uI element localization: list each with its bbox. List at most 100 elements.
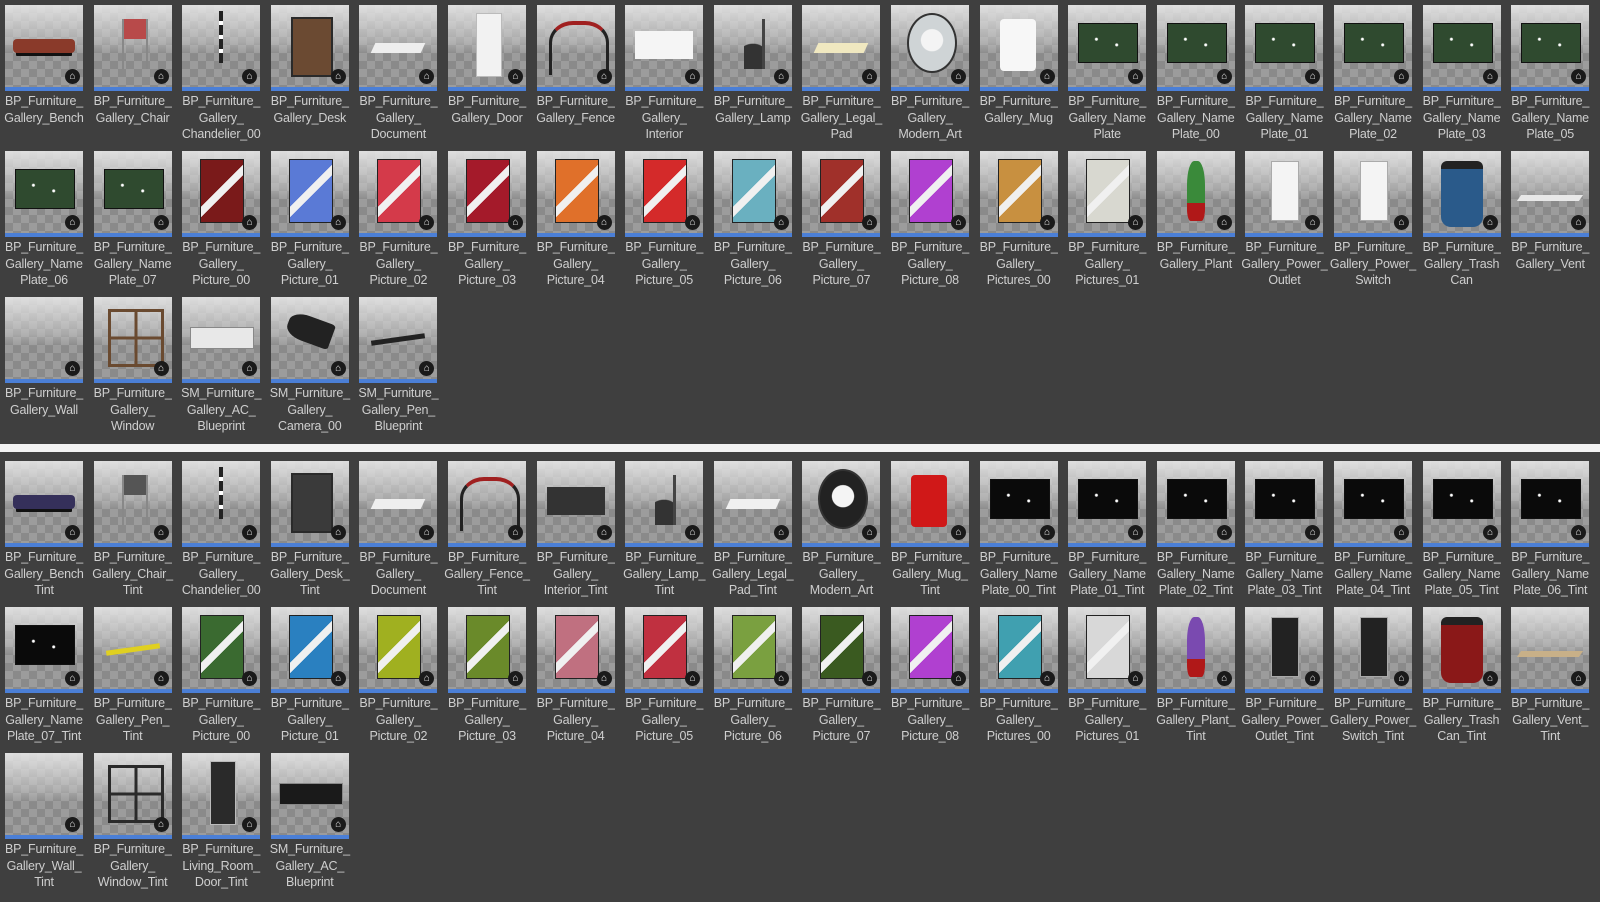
blueprint-badge-icon: ⌂ [508,525,523,540]
asset-tile[interactable]: ⌂ BP_Furniture_ Gallery_Desk [270,5,349,147]
asset-tile[interactable]: ⌂ BP_Furniture_ Gallery_Name Plate_06_Tin… [1511,461,1589,603]
asset-tile[interactable]: ⌂ BP_Furniture_ Gallery_Name Plate_03_Tin… [1245,461,1324,603]
asset-tile[interactable]: ⌂ BP_Furniture_ Gallery_ Picture_07 [802,607,881,749]
asset-tile[interactable]: ⌂ BP_Furniture_ Gallery_ Picture_01 [270,151,349,293]
asset-tile[interactable]: ⌂ BP_Furniture_ Gallery_Name Plate_07 [93,151,172,293]
asset-tile[interactable]: ⌂ BP_Furniture_ Gallery_Trash Can_Tint [1422,607,1501,749]
asset-tile[interactable]: ⌂ BP_Furniture_ Gallery_Bench Tint [4,461,84,603]
asset-label: BP_Furniture_ Gallery_Name Plate_03 [1422,94,1501,141]
asset-tile[interactable]: ⌂ BP_Furniture_ Gallery_Name Plate [1068,5,1146,147]
asset-tile[interactable]: ⌂ BP_Furniture_ Gallery_ Picture_04 [536,607,615,749]
blueprint-badge-icon: ⌂ [862,671,878,686]
asset-tile[interactable]: ⌂ BP_Furniture_ Gallery_Plant_ Tint [1156,607,1236,749]
asset-tile[interactable]: ⌂ BP_Furniture_ Gallery_Mug [979,5,1058,147]
asset-tile[interactable]: ⌂ BP_Furniture_ Gallery_Wall_ Tint [5,753,83,895]
asset-tile[interactable]: ⌂ BP_Furniture_ Gallery_ Picture_07 [802,151,881,293]
asset-type-bar [891,689,969,693]
asset-tile[interactable]: ⌂ BP_Furniture_ Gallery_Power_ Outlet [1241,151,1328,293]
asset-tile[interactable]: ⌂ BP_Furniture_ Gallery_ Window [93,297,172,439]
asset-tile[interactable]: ⌂ BP_Furniture_ Gallery_ Picture_05 [625,151,703,293]
asset-tile[interactable]: ⌂ BP_Furniture_ Gallery_Trash Can [1422,151,1501,293]
asset-tile[interactable]: ⌂ BP_Furniture_ Gallery_Name Plate_03 [1422,5,1501,147]
asset-type-bar [1422,233,1501,237]
asset-tile[interactable]: ⌂ BP_Furniture_ Gallery_Name Plate_00 [1156,5,1235,147]
asset-tile[interactable]: ⌂ BP_Furniture_ Gallery_Wall [5,297,83,439]
asset-tile[interactable]: ⌂ BP_Furniture_ Gallery_ Picture_08 [891,151,969,293]
asset-tile[interactable]: ⌂ BP_Furniture_ Gallery_Chair [93,5,172,147]
asset-thumbnail: ⌂ [5,297,83,379]
asset-tile[interactable]: ⌂ BP_Furniture_ Gallery_Lamp [713,5,792,147]
asset-tile[interactable]: ⌂ BP_Furniture_ Gallery_Name Plate_05_Tin… [1422,461,1501,603]
asset-tile[interactable]: ⌂ BP_Furniture_ Gallery_ Document [359,461,438,603]
asset-tile[interactable]: ⌂ BP_Furniture_ Gallery_Fence [536,5,615,147]
asset-tile[interactable]: ⌂ BP_Furniture_ Gallery_Name Plate_01 [1245,5,1324,147]
asset-tile[interactable]: ⌂ BP_Furniture_ Gallery_ Picture_05 [625,607,703,749]
interior-icon [635,31,694,59]
blueprint-badge-icon: ⌂ [1216,671,1232,686]
asset-tile[interactable]: ⌂ BP_Furniture_ Gallery_Name Plate_01_Tin… [1068,461,1146,603]
asset-tile[interactable]: ⌂ BP_Furniture_ Gallery_ Picture_03 [448,151,526,293]
asset-tile[interactable]: ⌂ BP_Furniture_ Gallery_ Pictures_00 [979,151,1058,293]
asset-tile[interactable]: ⌂ BP_Furniture_ Gallery_Chair_ Tint [92,461,173,603]
asset-tile[interactable]: ⌂ BP_Furniture_ Gallery_ Picture_06 [713,151,792,293]
asset-tile[interactable]: ⌂ BP_Furniture_ Gallery_Mug_ Tint [891,461,969,603]
blueprint-badge-icon: ⌂ [862,69,878,84]
asset-label: BP_Furniture_ Gallery_ Picture_02 [359,240,438,287]
asset-tile[interactable]: ⌂ BP_Furniture_ Gallery_ Interior [625,5,703,147]
asset-tile[interactable]: ⌂ BP_Furniture_ Gallery_ Picture_00 [182,151,260,293]
picture-icon [997,159,1042,223]
asset-tile[interactable]: ⌂ BP_Furniture_ Gallery_Vent [1511,151,1589,293]
asset-tile[interactable]: ⌂ BP_Furniture_ Gallery_ Chandelier_00 [182,5,261,147]
asset-tile[interactable]: ⌂ BP_Furniture_ Gallery_Fence_ Tint [444,461,530,603]
asset-tile[interactable]: ⌂ BP_Furniture_ Gallery_Name Plate_00_Tin… [979,461,1058,603]
asset-tile[interactable]: ⌂ BP_Furniture_ Gallery_Power_ Switch_Tin… [1330,607,1416,749]
asset-tile[interactable]: ⌂ SM_Furniture_ Gallery_ Camera_00 [270,297,350,439]
asset-tile[interactable]: ⌂ BP_Furniture_ Gallery_Desk_ Tint [270,461,350,603]
asset-tile[interactable]: ⌂ BP_Furniture_ Gallery_Name Plate_06 [5,151,83,293]
asset-tile[interactable]: ⌂ BP_Furniture_ Gallery_Name Plate_07_Tin… [5,607,83,749]
asset-tile[interactable]: ⌂ BP_Furniture_ Gallery_Legal_ Pad [801,5,882,147]
asset-label: BP_Furniture_ Gallery_Chair_ Tint [92,550,173,597]
asset-tile[interactable]: ⌂ BP_Furniture_ Gallery_Name Plate_02_Tin… [1156,461,1235,603]
asset-tile[interactable]: ⌂ BP_Furniture_ Gallery_ Pictures_01 [1068,607,1146,749]
blueprint-badge-icon: ⌂ [685,69,701,84]
asset-tile[interactable]: ⌂ SM_Furniture_ Gallery_Pen_ Blueprint [358,297,439,439]
asset-tile[interactable]: ⌂ SM_Furniture_ Gallery_AC_ Blueprint [270,753,350,895]
asset-tile[interactable]: ⌂ BP_Furniture_ Gallery_ Window_Tint [93,753,172,895]
asset-tile[interactable]: ⌂ SM_Furniture_ Gallery_AC_ Blueprint [181,297,261,439]
asset-tile[interactable]: ⌂ BP_Furniture_ Gallery_ Modern_Art [891,5,969,147]
asset-tile[interactable]: ⌂ BP_Furniture_ Living_Room_ Door_Tint [182,753,260,895]
asset-tile[interactable]: ⌂ BP_Furniture_ Gallery_ Chandelier_00 [182,461,261,603]
asset-tile[interactable]: ⌂ BP_Furniture_ Gallery_Name Plate_02 [1334,5,1412,147]
asset-thumbnail: ⌂ [270,461,349,543]
asset-tile[interactable]: ⌂ BP_Furniture_ Gallery_Vent_ Tint [1511,607,1589,749]
asset-tile[interactable]: ⌂ BP_Furniture_ Gallery_ Picture_08 [891,607,969,749]
asset-label: BP_Furniture_ Gallery_ Pictures_01 [1068,240,1147,287]
asset-tile[interactable]: ⌂ BP_Furniture_ Gallery_ Modern_Art [802,461,881,603]
asset-tile[interactable]: ⌂ BP_Furniture_ Gallery_ Picture_06 [713,607,792,749]
asset-tile[interactable]: ⌂ BP_Furniture_ Gallery_Plant [1156,151,1235,293]
asset-tile[interactable]: ⌂ BP_Furniture_ Gallery_ Picture_01 [270,607,349,749]
asset-tile[interactable]: ⌂ BP_Furniture_ Gallery_Name Plate_04_Tin… [1334,461,1412,603]
asset-tile[interactable]: ⌂ BP_Furniture_ Gallery_ Document [359,5,438,147]
asset-tile[interactable]: ⌂ BP_Furniture_ Gallery_ Picture_02 [359,607,438,749]
asset-tile[interactable]: ⌂ BP_Furniture_ Gallery_Legal_ Pad_Tint [712,461,794,603]
asset-tile[interactable]: ⌂ BP_Furniture_ Gallery_ Picture_03 [448,607,526,749]
asset-tile[interactable]: ⌂ BP_Furniture_ Gallery_ Pictures_01 [1068,151,1146,293]
asset-tile[interactable]: ⌂ BP_Furniture_ Gallery_Bench [4,5,84,147]
asset-tile[interactable]: ⌂ BP_Furniture_ Gallery_ Picture_00 [182,607,260,749]
asset-tile[interactable]: ⌂ BP_Furniture_ Gallery_Power_ Switch [1330,151,1416,293]
asset-tile[interactable]: ⌂ BP_Furniture_ Gallery_ Pictures_00 [979,607,1058,749]
asset-tile[interactable]: ⌂ BP_Furniture_ Gallery_Pen_ Tint [93,607,172,749]
asset-label: BP_Furniture_ Gallery_Name Plate_06 [5,240,83,287]
asset-label: BP_Furniture_ Gallery_Name Plate_05 [1511,94,1590,141]
asset-tile[interactable]: ⌂ BP_Furniture_ Gallery_Lamp_ Tint [623,461,705,603]
asset-tile[interactable]: ⌂ BP_Furniture_ Gallery_ Interior_Tint [536,461,615,603]
asset-tile[interactable]: ⌂ BP_Furniture_ Gallery_Power_ Outlet_Tin… [1241,607,1328,749]
asset-tile[interactable]: ⌂ BP_Furniture_ Gallery_ Picture_02 [359,151,438,293]
asset-tile[interactable]: ⌂ BP_Furniture_ Gallery_ Picture_04 [536,151,615,293]
asset-tile[interactable]: ⌂ BP_Furniture_ Gallery_Name Plate_05 [1511,5,1589,147]
asset-type-bar [713,689,792,693]
asset-tile[interactable]: ⌂ BP_Furniture_ Gallery_Door [448,5,526,147]
blueprint-badge-icon: ⌂ [951,69,966,84]
